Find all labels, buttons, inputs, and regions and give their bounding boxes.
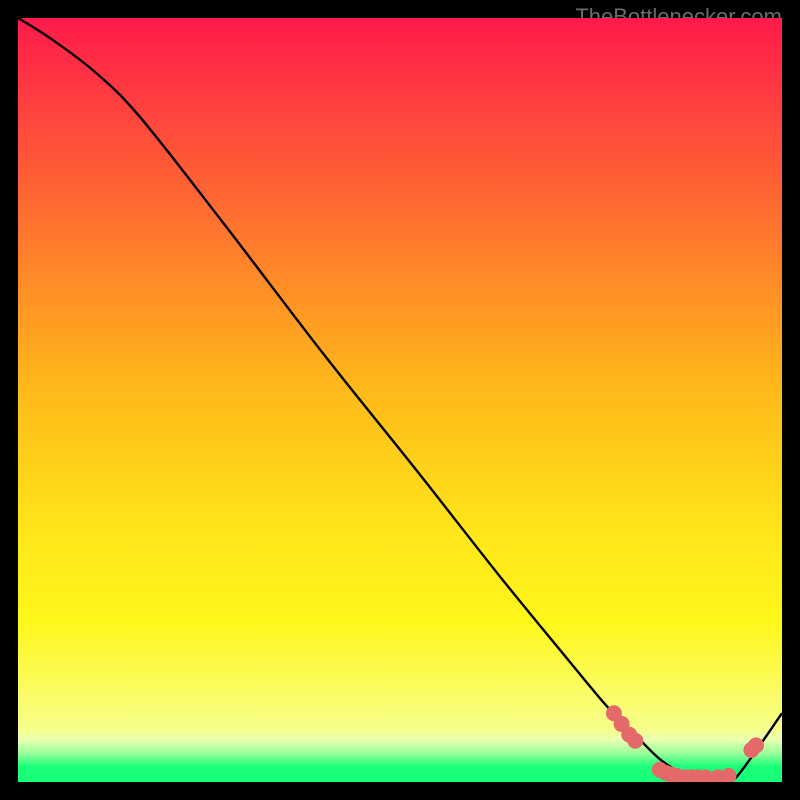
gradient-background — [18, 18, 782, 782]
chart-svg — [18, 18, 782, 782]
plot-area — [18, 18, 782, 782]
marker-dot — [748, 737, 764, 753]
marker-dot — [627, 733, 643, 749]
chart-canvas: TheBottlenecker.com — [0, 0, 800, 800]
